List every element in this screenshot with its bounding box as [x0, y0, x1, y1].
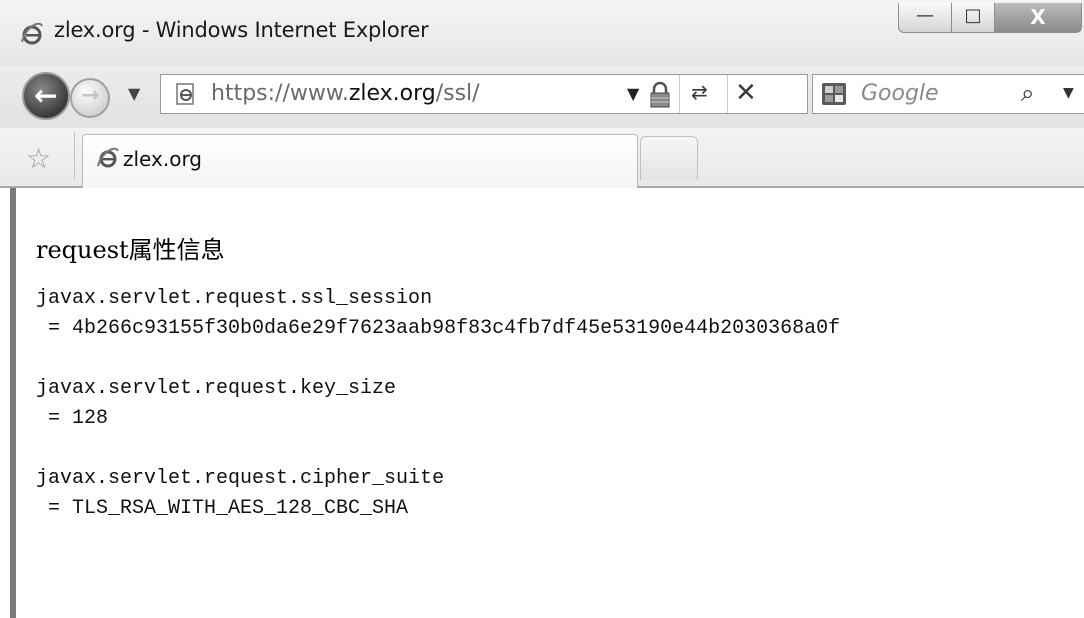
- address-dropdown-icon[interactable]: ▼: [627, 84, 639, 103]
- back-arrow-icon: ←: [34, 79, 58, 112]
- refresh-icon[interactable]: ⇄: [691, 80, 708, 104]
- forward-arrow-icon: →: [81, 83, 100, 108]
- address-separator: [727, 75, 728, 113]
- window-left-border: [10, 188, 16, 618]
- close-button[interactable]: X: [994, 3, 1082, 33]
- google-icon: [822, 83, 846, 105]
- tab-separator: [74, 132, 75, 180]
- new-tab-button[interactable]: [640, 136, 698, 180]
- search-box[interactable]: Google ⌕ ▼: [812, 74, 1084, 114]
- address-bar[interactable]: https://www.zlex.org/ssl/ ▼ ⇄ ✕: [160, 74, 808, 114]
- ie-icon: [21, 22, 43, 45]
- attribute-value: = 4b266c93155f30b0da6e29f7623aab98f83c4f…: [36, 317, 841, 340]
- search-placeholder[interactable]: Google: [861, 81, 939, 106]
- forward-button[interactable]: →: [70, 78, 110, 118]
- page-heading: request属性信息: [36, 236, 225, 264]
- page-content: request属性信息 javax.servlet.request.ssl_se…: [0, 188, 1084, 618]
- url-path: /ssl/: [435, 81, 480, 106]
- page-ie-icon: [176, 83, 194, 105]
- url-domain: zlex.org: [348, 81, 436, 106]
- attribute-value: = TLS_RSA_WITH_AES_128_CBC_SHA: [36, 497, 409, 520]
- attribute-entry: javax.servlet.request.key_size = 128: [36, 374, 396, 434]
- maximize-button[interactable]: □: [951, 3, 995, 33]
- minimize-button[interactable]: —: [898, 3, 952, 33]
- search-icon[interactable]: ⌕: [1021, 79, 1034, 107]
- tab-zlex[interactable]: zlex.org: [82, 134, 638, 188]
- attribute-entry: javax.servlet.request.cipher_suite = TLS…: [36, 464, 444, 524]
- attribute-entry: javax.servlet.request.ssl_session = 4b26…: [36, 284, 840, 344]
- stop-icon[interactable]: ✕: [735, 78, 757, 108]
- maximize-icon: □: [964, 5, 982, 26]
- minimize-icon: —: [916, 5, 934, 26]
- search-options-dropdown[interactable]: ▼: [1063, 85, 1074, 101]
- attribute-name: javax.servlet.request.ssl_session: [36, 287, 433, 310]
- lock-icon[interactable]: [647, 81, 673, 109]
- title-bar: zlex.org - Windows Internet Explorer — □…: [0, 0, 1084, 66]
- browser-window: zlex.org - Windows Internet Explorer — □…: [0, 0, 1084, 618]
- tab-label: zlex.org: [123, 147, 203, 171]
- attribute-name: javax.servlet.request.cipher_suite: [36, 467, 445, 490]
- navigation-bar: ← → ▼ https://www.zlex.org/ssl/ ▼ ⇄ ✕ Go…: [0, 66, 1084, 128]
- attribute-name: javax.servlet.request.key_size: [36, 377, 397, 400]
- recent-pages-dropdown[interactable]: ▼: [128, 84, 140, 103]
- favorites-star-icon[interactable]: ☆: [26, 142, 51, 175]
- attribute-value: = 128: [36, 407, 109, 430]
- tab-bar: ☆ zlex.org: [0, 128, 1084, 188]
- back-button[interactable]: ←: [22, 72, 70, 120]
- close-icon: X: [1030, 5, 1046, 29]
- address-separator: [679, 75, 680, 113]
- url-scheme: https://www.: [211, 81, 349, 106]
- window-title: zlex.org - Windows Internet Explorer: [54, 18, 429, 42]
- tab-ie-icon: [97, 147, 119, 168]
- url-text[interactable]: https://www.zlex.org/ssl/: [211, 81, 480, 106]
